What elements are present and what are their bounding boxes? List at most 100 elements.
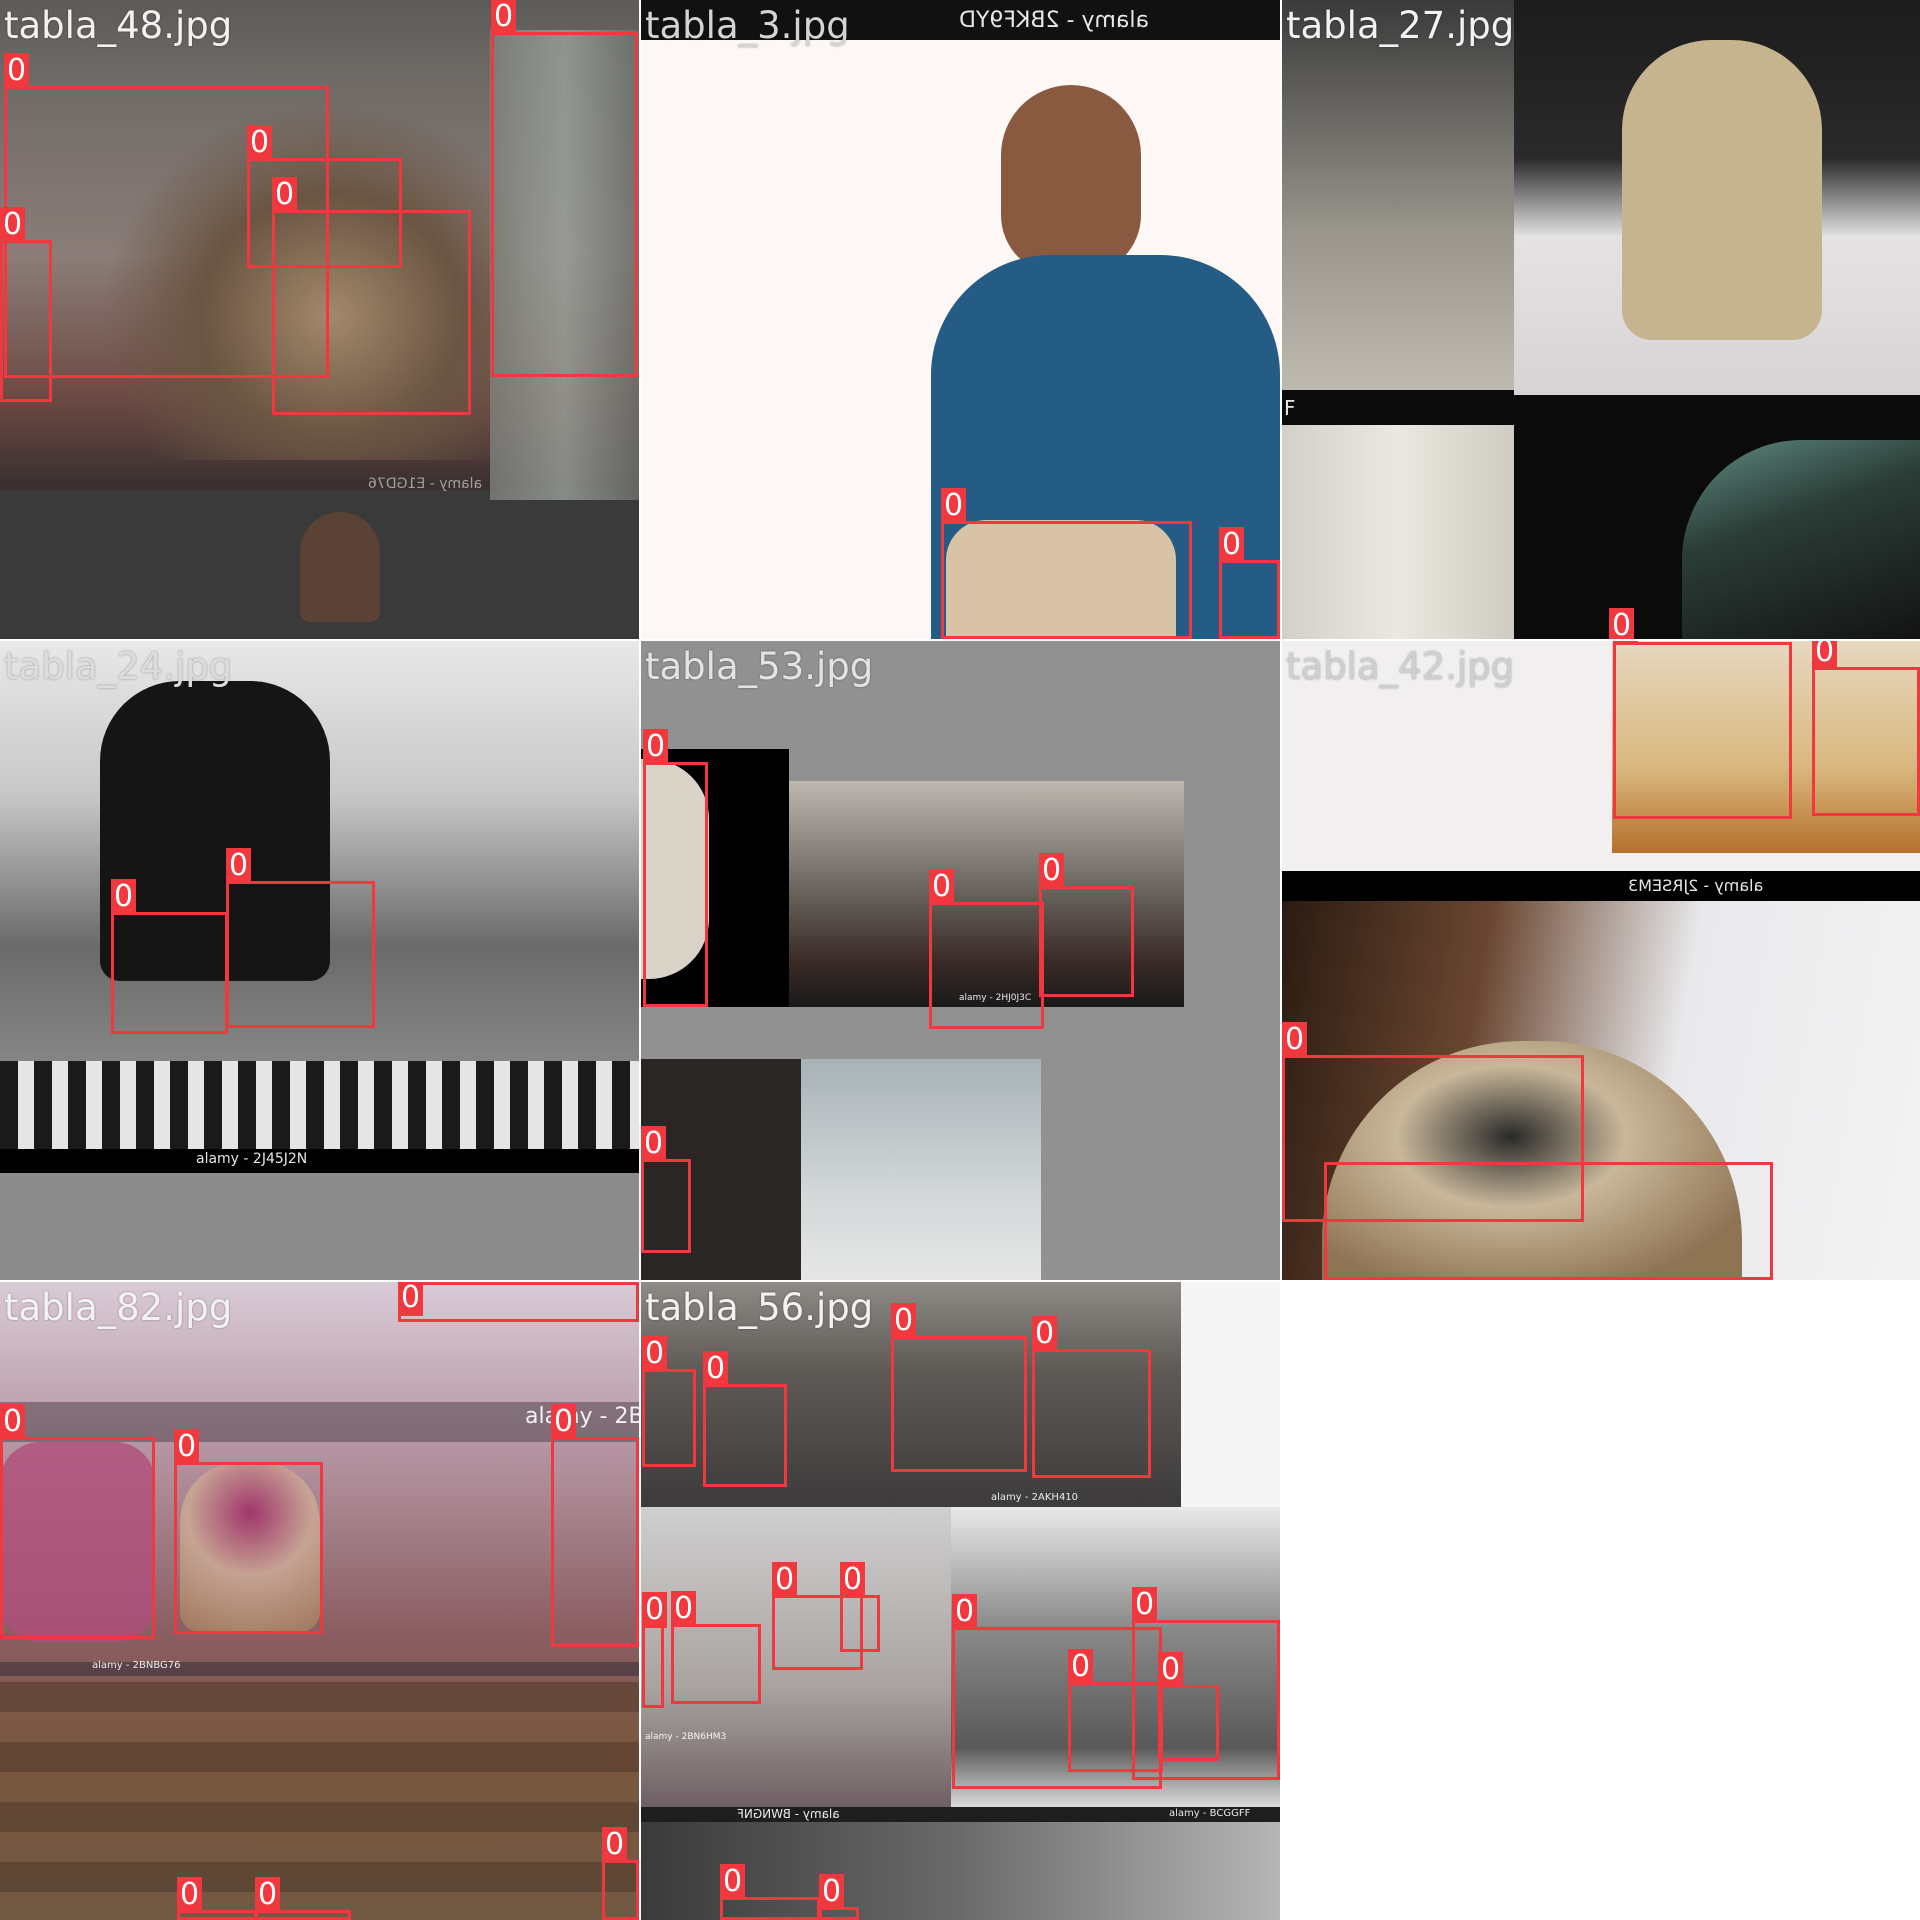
detection-box: 0	[0, 207, 52, 402]
detection-label: 0	[941, 488, 967, 524]
detection-label: 0	[272, 177, 298, 213]
tile-title: tabla_3.jpg	[645, 4, 850, 47]
detection-box: 0	[1032, 1316, 1151, 1478]
detection-box: 0	[111, 879, 228, 1034]
mosaic-tile-tabla-48: alamy - E1GD76 tabla_48.jpg 0 0 0 0 0	[0, 0, 639, 639]
detection-box: 0	[226, 848, 375, 1028]
detection-label: 0	[1068, 1649, 1094, 1685]
detection-box: 0	[551, 1404, 639, 1647]
detection-label: 0	[720, 1864, 746, 1900]
detection-box: 0	[1219, 527, 1280, 639]
detection-label: 0	[0, 1404, 26, 1440]
tile-title: tabla_42.jpg	[1286, 645, 1515, 688]
image-region	[0, 1061, 639, 1151]
image-region	[300, 512, 380, 622]
watermark: alamy - 2BNBG76	[92, 1660, 181, 1671]
detection-label: 0	[247, 125, 273, 161]
mosaic-tile-tabla-24: alamy - 2J45J2N tabla_24.jpg 0 0	[0, 641, 639, 1280]
detection-label: 0	[1609, 608, 1635, 639]
detection-box: 0	[1613, 641, 1792, 819]
detection-box: 0	[643, 729, 708, 1007]
tile-title: tabla_48.jpg	[4, 4, 233, 47]
detection-label: 0	[819, 1874, 845, 1910]
detection-box: 0	[641, 1126, 691, 1253]
image-region	[1282, 425, 1514, 639]
detection-label: 0	[491, 0, 517, 35]
detection-label: 0	[891, 1303, 917, 1339]
detection-label: 0	[1158, 1652, 1184, 1688]
image-region	[0, 1682, 639, 1920]
detection-box: 0	[0, 1404, 155, 1639]
detection-label: 0	[551, 1404, 577, 1440]
image-region	[1001, 85, 1141, 275]
detection-box: 0	[177, 1877, 257, 1920]
detection-label: 0	[671, 1591, 697, 1627]
detection-label: 0	[174, 1429, 200, 1465]
detection-box: 0	[255, 1877, 351, 1920]
watermark: F	[1284, 396, 1296, 420]
detection-label: 0	[1282, 1022, 1308, 1058]
empty-cell	[1282, 1282, 1920, 1920]
detection-box: 0	[491, 0, 638, 377]
detection-label: 0	[1812, 641, 1838, 670]
watermark: alamy - E1GD76	[368, 476, 483, 492]
mosaic-tile-tabla-27: F tabla_27.jpg 0	[1282, 0, 1920, 639]
detection-box: 0	[720, 1864, 820, 1920]
detection-label: 0	[255, 1877, 281, 1913]
detection-box: 0	[642, 1336, 696, 1467]
detection-box	[1324, 1162, 1773, 1280]
detection-label: 0	[1132, 1587, 1158, 1623]
detection-label: 0	[929, 869, 955, 905]
image-region	[1282, 871, 1920, 901]
detection-label: 0	[177, 1877, 203, 1913]
image-region	[1282, 0, 1514, 390]
detection-box: 0	[1158, 1652, 1219, 1761]
mosaic-tile-tabla-42: alamy - 2JRSEM3 tabla_42.jpg 0 0 0	[1282, 641, 1920, 1280]
watermark: alamy - 2B	[525, 1404, 639, 1429]
image-region	[801, 1059, 1041, 1280]
tile-title: tabla_27.jpg	[1286, 4, 1515, 47]
image-region	[0, 1149, 639, 1173]
watermark: alamy - 2JRSEM3	[1628, 876, 1764, 895]
detection-label: 0	[602, 1827, 628, 1863]
detection-label: 0	[1032, 1316, 1058, 1352]
detection-label: 0	[642, 1592, 668, 1628]
detection-box: 0	[1812, 641, 1920, 816]
detection-box: 0	[1039, 853, 1134, 997]
detection-box: 0	[602, 1827, 639, 1920]
detection-label: 0	[1613, 641, 1639, 645]
detection-label: 0	[1039, 853, 1065, 889]
detection-label: 0	[840, 1562, 866, 1598]
watermark: alamy - BWNGNF	[737, 1807, 840, 1821]
tile-title: tabla_56.jpg	[645, 1286, 874, 1329]
detection-box: 0	[703, 1351, 787, 1487]
detection-box: 0	[819, 1874, 859, 1920]
detection-label: 0	[703, 1351, 729, 1387]
detection-box: 0	[174, 1429, 323, 1634]
watermark: alamy - 2BN6HM3	[645, 1732, 727, 1742]
detection-box: 0	[671, 1591, 761, 1704]
mosaic-tile-tabla-53: alamy - 2HJ0J3C tabla_53.jpg 0 0 0 0	[641, 641, 1280, 1280]
watermark: alamy - 2AKH410	[991, 1492, 1079, 1503]
detection-label: 0	[226, 848, 252, 884]
tile-title: tabla_82.jpg	[4, 1286, 233, 1329]
detection-box: 0	[398, 1282, 639, 1322]
detection-label: 0	[643, 729, 669, 765]
detection-label: 0	[111, 879, 137, 915]
detection-label: 0	[642, 1336, 668, 1372]
detection-label: 0	[641, 1126, 667, 1162]
detection-label: 0	[4, 53, 30, 89]
watermark: alamy - 2J45J2N	[196, 1151, 308, 1167]
mosaic-tile-tabla-56: alamy - 2AKH410 alamy - 2BN6HM3 alamy - …	[641, 1282, 1280, 1920]
detection-box: 0	[840, 1562, 880, 1652]
detection-label: 0	[772, 1562, 798, 1598]
detection-box: 0	[891, 1303, 1027, 1472]
detection-box: 0	[929, 869, 1044, 1029]
detection-label: 0	[0, 207, 26, 243]
detection-box: 0	[272, 177, 471, 415]
watermark: alamy - 2BKF9YD	[959, 8, 1149, 33]
image-region	[1181, 1282, 1280, 1507]
mosaic-tile-tabla-3: alamy - 2BKF9YD tabla_3.jpg 0 0	[641, 0, 1280, 639]
detection-label: 0	[398, 1282, 424, 1316]
tile-title: tabla_53.jpg	[645, 645, 874, 688]
